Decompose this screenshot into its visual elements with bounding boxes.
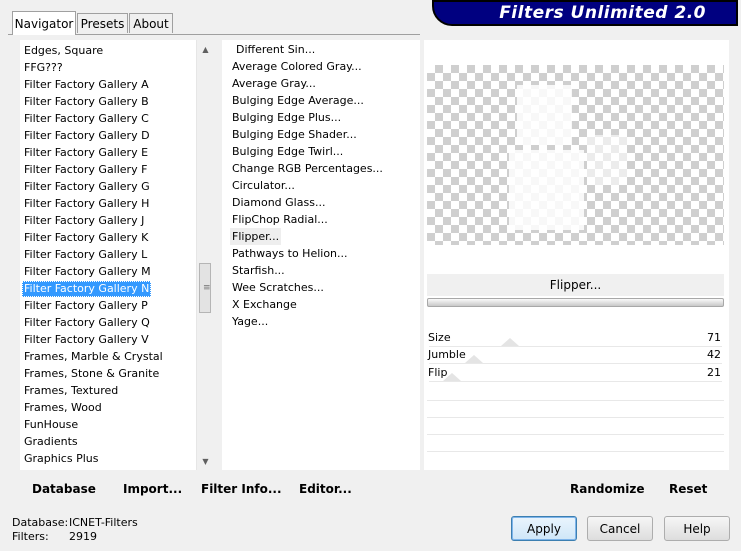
category-item[interactable]: Filter Factory Gallery J (22, 213, 146, 229)
filter-item[interactable]: Average Colored Gray... (230, 58, 364, 75)
scrollbar-thumb[interactable]: ≡ (199, 263, 211, 313)
slider-jumble[interactable]: Jumble 42 (427, 347, 724, 364)
category-item[interactable]: Filter Factory Gallery E (22, 145, 150, 161)
filter-item[interactable]: FlipChop Radial... (230, 211, 330, 228)
slider-track[interactable] (429, 365, 722, 382)
category-item-selected[interactable]: Filter Factory Gallery N (22, 281, 152, 297)
filter-item[interactable]: Bulging Edge Twirl... (230, 143, 345, 160)
filter-item[interactable]: Bulging Edge Shader... (230, 126, 359, 143)
empty-slider-row (427, 434, 724, 435)
filter-item[interactable]: Change RGB Percentages... (230, 160, 385, 177)
slider-track[interactable] (429, 330, 722, 347)
category-item[interactable]: Frames, Wood (22, 400, 104, 416)
category-item[interactable]: Filter Factory Gallery Q (22, 315, 152, 331)
filter-item[interactable]: Starfish... (230, 262, 287, 279)
status-database: Database: ICNET-Filters (12, 516, 138, 529)
category-item[interactable]: Filter Factory Gallery K (22, 230, 150, 246)
current-filter-name: Flipper... (427, 274, 724, 296)
category-item[interactable]: Gradients (22, 434, 80, 450)
help-button[interactable]: Help (664, 516, 730, 541)
app-banner: Filters Unlimited 2.0 (432, 0, 738, 26)
status-filters: Filters: 2919 (12, 530, 97, 543)
tab-about[interactable]: About (129, 13, 173, 33)
slider-label: Jumble (428, 348, 466, 361)
category-item[interactable]: Filter Factory Gallery C (22, 111, 151, 127)
slider-value: 42 (707, 348, 721, 361)
banner-title: Filters Unlimited 2.0 (499, 3, 706, 23)
category-item[interactable]: FFG??? (22, 60, 65, 76)
slider-thumb[interactable] (501, 338, 519, 346)
filter-item-selected[interactable]: Flipper... (230, 228, 282, 245)
status-database-value: ICNET-Filters (69, 516, 138, 529)
slider-label: Flip (428, 366, 448, 379)
cancel-button[interactable]: Cancel (587, 516, 653, 541)
filter-item[interactable]: Average Gray... (230, 75, 318, 92)
category-item[interactable]: Filter Factory Gallery A (22, 77, 151, 93)
database-button[interactable]: Database (32, 482, 96, 496)
preview-shape (587, 135, 627, 185)
tab-presets[interactable]: Presets (77, 13, 128, 33)
slider-value: 71 (707, 331, 721, 344)
reset-button[interactable]: Reset (669, 482, 707, 496)
category-list[interactable]: Edges, Square FFG??? Filter Factory Galler… (20, 40, 196, 470)
category-item[interactable]: Edges, Square (22, 43, 105, 59)
category-item[interactable]: Filter Factory Gallery F (22, 162, 149, 178)
filter-item[interactable]: Circulator... (230, 177, 297, 194)
filter-item[interactable]: Yage... (230, 313, 270, 330)
category-item[interactable]: Frames, Textured (22, 383, 120, 399)
category-item[interactable]: FunHouse (22, 417, 80, 433)
filter-item[interactable]: Diamond Glass... (230, 194, 327, 211)
scroll-up-arrow-icon[interactable]: ▲ (197, 42, 214, 58)
right-toolbar: Randomize Reset (424, 474, 729, 502)
preview-shape (517, 85, 572, 145)
filter-list[interactable]: Different Sin... Average Colored Gray... A… (222, 40, 420, 470)
status-database-label: Database: (12, 516, 69, 529)
category-item[interactable]: Filter Factory Gallery G (22, 179, 152, 195)
empty-slider-row (427, 451, 724, 452)
slider-value: 21 (707, 366, 721, 379)
scroll-down-arrow-icon[interactable]: ▼ (197, 454, 214, 470)
filter-item[interactable]: X Exchange (230, 296, 299, 313)
filter-item[interactable]: Wee Scratches... (230, 279, 326, 296)
category-item[interactable]: Frames, Stone & Granite (22, 366, 161, 382)
empty-slider-row (427, 400, 724, 401)
apply-button[interactable]: Apply (511, 516, 577, 541)
category-item[interactable]: Filter Factory Gallery D (22, 128, 152, 144)
editor-button[interactable]: Editor... (299, 482, 352, 496)
preview-shape (509, 150, 584, 230)
randomize-button[interactable]: Randomize (570, 482, 644, 496)
import-button[interactable]: Import... (123, 482, 182, 496)
filter-preview-image (427, 65, 724, 245)
slider-size[interactable]: Size 71 (427, 330, 724, 347)
category-item[interactable]: Filter Factory Gallery B (22, 94, 151, 110)
category-scrollbar[interactable]: ▲ ≡ ▼ (196, 40, 214, 470)
filter-item[interactable]: Pathways to Helion... (230, 245, 350, 262)
left-toolbar: Database Import... Filter Info... Editor… (10, 474, 420, 502)
empty-slider-row (427, 417, 724, 418)
preview-divider (427, 298, 724, 307)
category-item[interactable]: Filter Factory Gallery V (22, 332, 151, 348)
category-item[interactable]: Filter Factory Gallery M (22, 264, 153, 280)
status-filters-label: Filters: (12, 530, 49, 543)
category-item[interactable]: Filter Factory Gallery H (22, 196, 151, 212)
tab-navigator[interactable]: Navigator (12, 11, 76, 35)
filter-item[interactable]: Different Sin... (234, 41, 317, 58)
status-filters-value: 2919 (69, 530, 97, 543)
category-item[interactable]: Filter Factory Gallery L (22, 247, 149, 263)
slider-label: Size (428, 331, 451, 344)
filter-item[interactable]: Bulging Edge Plus... (230, 109, 343, 126)
grip-icon: ≡ (203, 283, 211, 293)
category-item[interactable]: Frames, Marble & Crystal (22, 349, 165, 365)
category-item[interactable]: Graphics Plus (22, 451, 100, 467)
slider-thumb[interactable] (465, 355, 483, 363)
category-item[interactable]: Filter Factory Gallery P (22, 298, 150, 314)
slider-flip[interactable]: Flip 21 (427, 365, 724, 382)
filter-info-button[interactable]: Filter Info... (201, 482, 282, 496)
filter-item[interactable]: Bulging Edge Average... (230, 92, 366, 109)
